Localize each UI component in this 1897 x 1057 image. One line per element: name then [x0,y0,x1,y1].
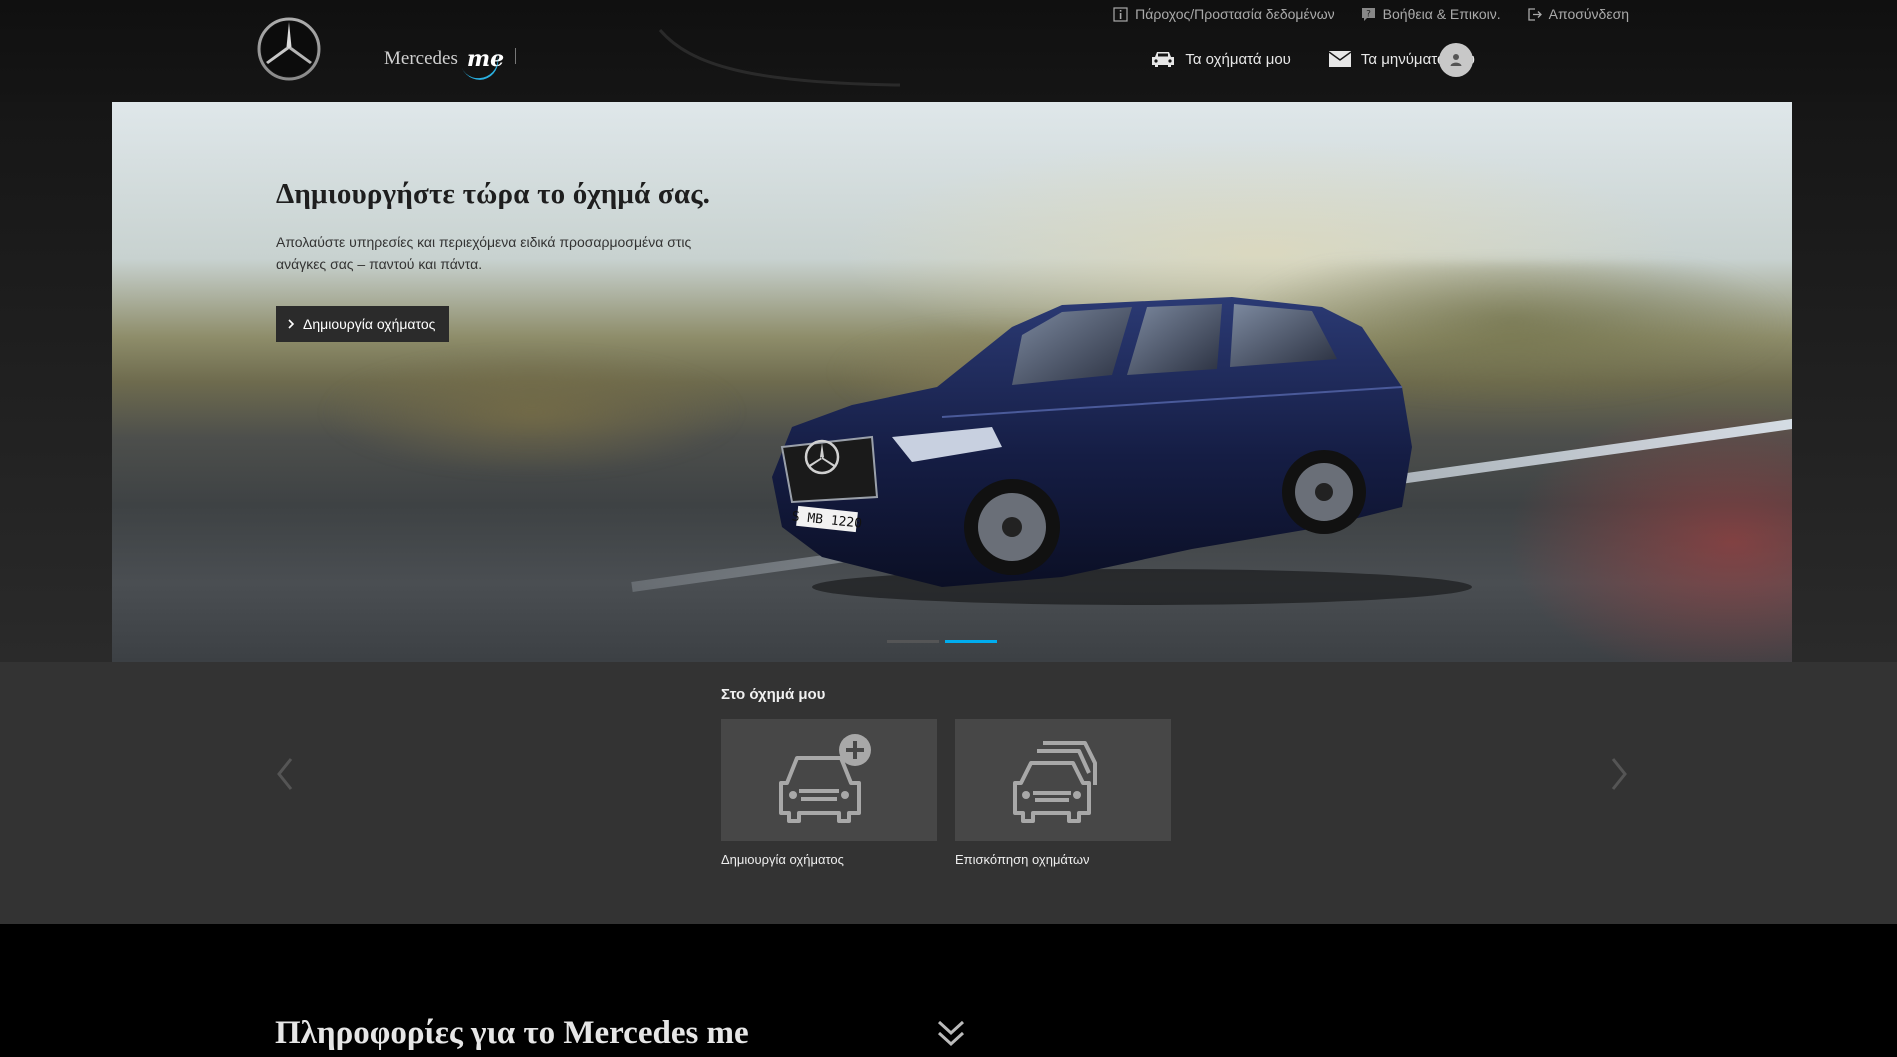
carousel-prev-arrow[interactable] [274,756,296,792]
car-image: S MB 1220 [772,297,1472,605]
create-vehicle-button[interactable]: Δημιουργία οχήματος [276,306,450,342]
provider-privacy-link[interactable]: Πάροχος/Προστασία δεδομένων [1113,6,1335,22]
section-title: Στο όχημά μου [721,686,826,703]
hero-band: S MB 1220 Δημιουργήστε τώρα το όχημά σας… [0,102,1897,662]
chevron-right-icon [288,319,295,329]
help-contact-link[interactable]: ? Βοήθεια & Επικοιν. [1361,6,1501,22]
car-icon [1152,52,1175,67]
utility-links: Πάροχος/Προστασία δεδομένων ? Βοήθεια & … [1113,3,1629,25]
my-vehicle-section: Στο όχημά μου Δημιουργία οχήματος Επισκό… [0,662,1897,924]
vehicles-overview-tile-label[interactable]: Επισκόπηση οχημάτων [955,852,1090,867]
create-vehicle-button-label: Δημιουργία οχήματος [303,316,436,332]
brand-name: Mercedes [384,48,458,69]
help-contact-label: Βοήθεια & Επικοιν. [1382,6,1501,22]
cars-overview-icon [1013,741,1097,823]
carousel-dot[interactable] [887,640,939,643]
hero-description: Απολαύστε υπηρεσίες και περιεχόμενα ειδι… [276,234,692,272]
hero-title: Δημιουργήστε τώρα το όχημά σας. [276,178,711,210]
logout-label: Αποσύνδεση [1548,6,1629,22]
info-title: Πληροφορίες για το Mercedes me [275,1015,749,1051]
hero-text-block: Δημιουργήστε τώρα το όχημά σας. Απολαύστ… [276,178,716,275]
svg-text:?: ? [1366,9,1371,19]
info-icon [1113,6,1128,22]
brand-me: me [464,46,507,72]
provider-privacy-label: Πάροχος/Προστασία δεδομένων [1135,6,1335,22]
create-vehicle-tile-label[interactable]: Δημιουργία οχήματος [721,852,844,867]
create-vehicle-tile[interactable] [721,719,937,841]
info-section: Πληροφορίες για το Mercedes me [0,924,1897,1057]
help-icon: ? [1361,7,1375,21]
vehicles-overview-tile[interactable] [955,719,1171,841]
nav-my-vehicles-label: Τα οχήματά μου [1185,50,1291,68]
site-header: Mercedes me Πάροχος/Προστασία δεδομένων … [0,0,1897,102]
brand-divider [515,48,516,64]
carousel-indicators [887,640,997,643]
main-nav: Τα οχήματά μου Τα μηνύματά μου [1151,46,1475,72]
user-avatar[interactable] [1439,43,1473,77]
decorative-swoosh [658,29,901,87]
envelope-icon [1328,51,1351,67]
double-chevron-down-icon[interactable] [936,1016,966,1050]
user-icon [1450,54,1462,66]
carousel-next-arrow[interactable] [1608,756,1630,792]
logout-link[interactable]: Αποσύνδεση [1527,6,1629,22]
hero-banner: S MB 1220 Δημιουργήστε τώρα το όχημά σας… [112,102,1792,662]
logout-icon [1528,7,1542,21]
carousel-dot-active[interactable] [945,640,997,643]
mercedes-me-brand[interactable]: Mercedes me [384,42,507,76]
mercedes-star-logo[interactable] [256,16,322,82]
nav-my-vehicles[interactable]: Τα οχήματά μου [1151,50,1291,68]
car-add-icon [779,734,871,823]
